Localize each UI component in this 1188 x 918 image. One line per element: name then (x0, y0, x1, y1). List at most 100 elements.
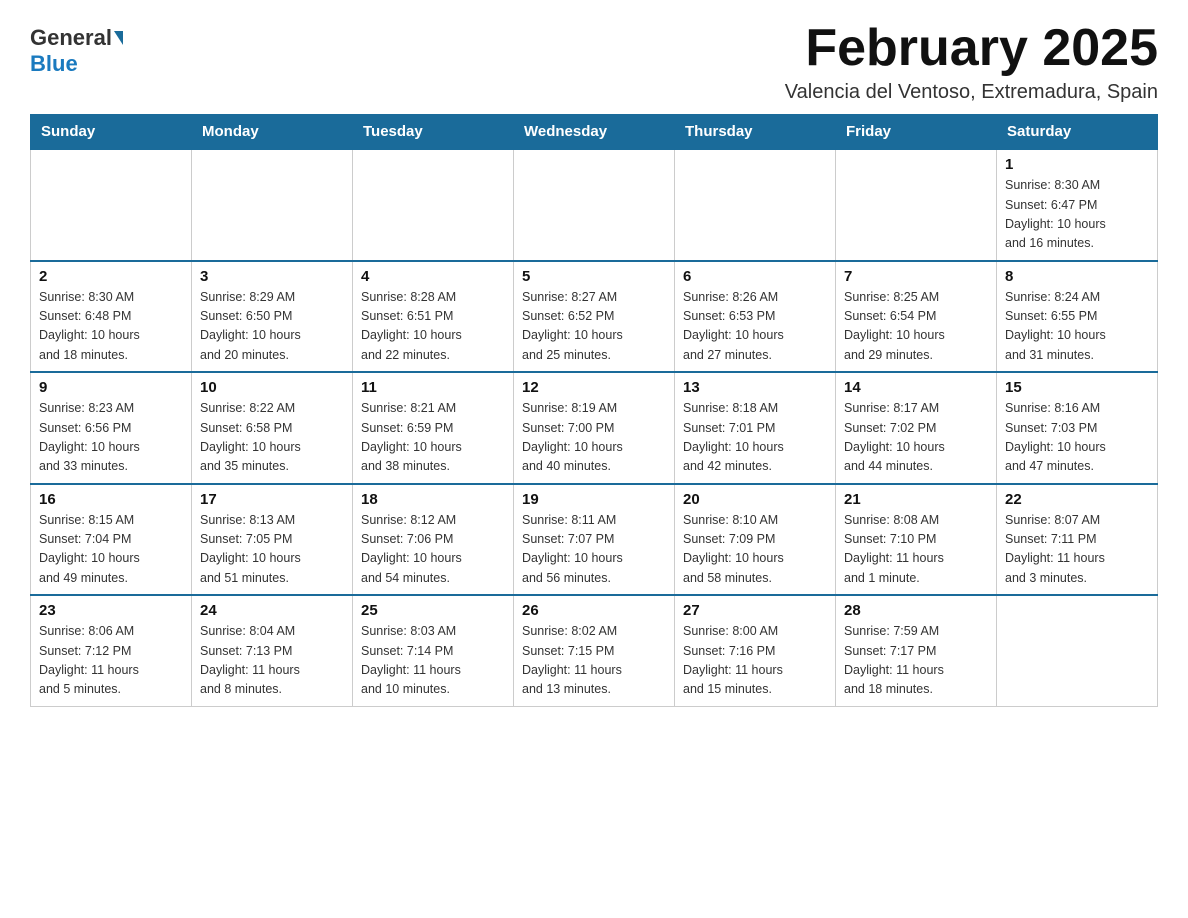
calendar-day-cell: 5Sunrise: 8:27 AMSunset: 6:52 PMDaylight… (514, 261, 675, 373)
weekday-header-wednesday: Wednesday (514, 115, 675, 150)
day-info: Sunrise: 8:16 AMSunset: 7:03 PMDaylight:… (1005, 399, 1149, 477)
weekday-header-friday: Friday (836, 115, 997, 150)
weekday-header-tuesday: Tuesday (353, 115, 514, 150)
calendar-day-cell: 16 Sunrise: 8:15 AMSunset: 7:04 PMDayligh… (31, 484, 192, 596)
title-block: February 2025 Valencia del Ventoso, Extr… (785, 20, 1158, 104)
day-number: 3 (200, 268, 344, 285)
day-info: Sunrise: 8:30 AMSunset: 6:48 PMDaylight:… (39, 288, 183, 366)
day-info: Sunrise: 8:22 AMSunset: 6:58 PMDaylight:… (200, 399, 344, 477)
calendar-week-row: 16 Sunrise: 8:15 AMSunset: 7:04 PMDayligh… (31, 484, 1158, 596)
logo-general-text: General (30, 25, 112, 51)
logo-blue-text: Blue (30, 51, 78, 77)
day-number: 20 (683, 491, 827, 508)
day-number: 23 (39, 602, 183, 619)
day-info: Sunrise: 8:18 AMSunset: 7:01 PMDaylight:… (683, 399, 827, 477)
day-info: Sunrise: 8:19 AMSunset: 7:00 PMDaylight:… (522, 399, 666, 477)
weekday-header-monday: Monday (192, 115, 353, 150)
calendar-day-cell: 2 Sunrise: 8:30 AMSunset: 6:48 PMDaylight… (31, 261, 192, 373)
day-number: 26 (522, 602, 666, 619)
calendar-day-cell (192, 149, 353, 261)
day-info: Sunrise: 8:10 AMSunset: 7:09 PMDaylight:… (683, 511, 827, 589)
day-info: Sunrise: 8:12 AMSunset: 7:06 PMDaylight:… (361, 511, 505, 589)
calendar-day-cell: 27 Sunrise: 8:00 AMSunset: 7:16 PMDayligh… (675, 595, 836, 706)
day-info: Sunrise: 8:29 AMSunset: 6:50 PMDaylight:… (200, 288, 344, 366)
calendar-day-cell: 11 Sunrise: 8:21 AMSunset: 6:59 PMDayligh… (353, 372, 514, 484)
day-number: 11 (361, 379, 505, 396)
page-header: General Blue February 2025 Valencia del … (30, 20, 1158, 104)
day-number: 14 (844, 379, 988, 396)
day-info: Sunrise: 8:27 AMSunset: 6:52 PMDaylight:… (522, 288, 666, 366)
calendar-day-cell: 10 Sunrise: 8:22 AMSunset: 6:58 PMDayligh… (192, 372, 353, 484)
calendar-day-cell: 25Sunrise: 8:03 AMSunset: 7:14 PMDayligh… (353, 595, 514, 706)
calendar-day-cell: 18 Sunrise: 8:12 AMSunset: 7:06 PMDayligh… (353, 484, 514, 596)
day-info: Sunrise: 8:13 AMSunset: 7:05 PMDaylight:… (200, 511, 344, 589)
calendar-day-cell (31, 149, 192, 261)
day-info: Sunrise: 8:25 AMSunset: 6:54 PMDaylight:… (844, 288, 988, 366)
day-number: 2 (39, 268, 183, 285)
calendar-day-cell: 17 Sunrise: 8:13 AMSunset: 7:05 PMDayligh… (192, 484, 353, 596)
day-info: Sunrise: 8:26 AMSunset: 6:53 PMDaylight:… (683, 288, 827, 366)
calendar-week-row: 1 Sunrise: 8:30 AMSunset: 6:47 PMDaylight… (31, 149, 1158, 261)
calendar-day-cell: 6Sunrise: 8:26 AMSunset: 6:53 PMDaylight… (675, 261, 836, 373)
day-number: 7 (844, 268, 988, 285)
day-number: 16 (39, 491, 183, 508)
calendar-day-cell (997, 595, 1158, 706)
calendar-day-cell: 20 Sunrise: 8:10 AMSunset: 7:09 PMDayligh… (675, 484, 836, 596)
calendar-day-cell: 22 Sunrise: 8:07 AMSunset: 7:11 PMDayligh… (997, 484, 1158, 596)
calendar-subtitle: Valencia del Ventoso, Extremadura, Spain (785, 81, 1158, 104)
day-info: Sunrise: 7:59 AMSunset: 7:17 PMDaylight:… (844, 622, 988, 700)
calendar-day-cell: 8Sunrise: 8:24 AMSunset: 6:55 PMDaylight… (997, 261, 1158, 373)
day-number: 27 (683, 602, 827, 619)
weekday-header-saturday: Saturday (997, 115, 1158, 150)
calendar-day-cell: 7 Sunrise: 8:25 AMSunset: 6:54 PMDaylight… (836, 261, 997, 373)
calendar-week-row: 9 Sunrise: 8:23 AMSunset: 6:56 PMDaylight… (31, 372, 1158, 484)
calendar-week-row: 2 Sunrise: 8:30 AMSunset: 6:48 PMDaylight… (31, 261, 1158, 373)
day-info: Sunrise: 8:30 AMSunset: 6:47 PMDaylight:… (1005, 176, 1149, 254)
weekday-header-row: SundayMondayTuesdayWednesdayThursdayFrid… (31, 115, 1158, 150)
calendar-day-cell: 24Sunrise: 8:04 AMSunset: 7:13 PMDayligh… (192, 595, 353, 706)
day-info: Sunrise: 8:23 AMSunset: 6:56 PMDaylight:… (39, 399, 183, 477)
day-info: Sunrise: 8:04 AMSunset: 7:13 PMDaylight:… (200, 622, 344, 700)
logo-arrow-icon (114, 31, 123, 45)
logo: General Blue (30, 25, 123, 77)
calendar-day-cell: 4 Sunrise: 8:28 AMSunset: 6:51 PMDaylight… (353, 261, 514, 373)
calendar-week-row: 23 Sunrise: 8:06 AMSunset: 7:12 PMDayligh… (31, 595, 1158, 706)
day-number: 28 (844, 602, 988, 619)
calendar-day-cell (675, 149, 836, 261)
day-info: Sunrise: 8:00 AMSunset: 7:16 PMDaylight:… (683, 622, 827, 700)
weekday-header-thursday: Thursday (675, 115, 836, 150)
day-info: Sunrise: 8:21 AMSunset: 6:59 PMDaylight:… (361, 399, 505, 477)
day-number: 12 (522, 379, 666, 396)
day-number: 21 (844, 491, 988, 508)
calendar-day-cell: 19 Sunrise: 8:11 AMSunset: 7:07 PMDayligh… (514, 484, 675, 596)
day-info: Sunrise: 8:11 AMSunset: 7:07 PMDaylight:… (522, 511, 666, 589)
day-number: 13 (683, 379, 827, 396)
calendar-day-cell (514, 149, 675, 261)
day-info: Sunrise: 8:28 AMSunset: 6:51 PMDaylight:… (361, 288, 505, 366)
calendar-day-cell (836, 149, 997, 261)
day-number: 4 (361, 268, 505, 285)
day-info: Sunrise: 8:15 AMSunset: 7:04 PMDaylight:… (39, 511, 183, 589)
calendar-title: February 2025 (785, 20, 1158, 77)
calendar-day-cell: 9 Sunrise: 8:23 AMSunset: 6:56 PMDaylight… (31, 372, 192, 484)
calendar-day-cell: 26 Sunrise: 8:02 AMSunset: 7:15 PMDayligh… (514, 595, 675, 706)
calendar-day-cell (353, 149, 514, 261)
calendar-day-cell: 15 Sunrise: 8:16 AMSunset: 7:03 PMDayligh… (997, 372, 1158, 484)
day-number: 19 (522, 491, 666, 508)
day-info: Sunrise: 8:06 AMSunset: 7:12 PMDaylight:… (39, 622, 183, 700)
day-number: 18 (361, 491, 505, 508)
calendar-table: SundayMondayTuesdayWednesdayThursdayFrid… (30, 114, 1158, 707)
day-number: 1 (1005, 156, 1149, 173)
day-number: 17 (200, 491, 344, 508)
day-info: Sunrise: 8:02 AMSunset: 7:15 PMDaylight:… (522, 622, 666, 700)
calendar-day-cell: 21Sunrise: 8:08 AMSunset: 7:10 PMDayligh… (836, 484, 997, 596)
day-number: 9 (39, 379, 183, 396)
day-number: 15 (1005, 379, 1149, 396)
calendar-day-cell: 13 Sunrise: 8:18 AMSunset: 7:01 PMDayligh… (675, 372, 836, 484)
calendar-day-cell: 1 Sunrise: 8:30 AMSunset: 6:47 PMDaylight… (997, 149, 1158, 261)
day-number: 22 (1005, 491, 1149, 508)
day-info: Sunrise: 8:07 AMSunset: 7:11 PMDaylight:… (1005, 511, 1149, 589)
day-number: 25 (361, 602, 505, 619)
day-number: 10 (200, 379, 344, 396)
calendar-day-cell: 23 Sunrise: 8:06 AMSunset: 7:12 PMDayligh… (31, 595, 192, 706)
